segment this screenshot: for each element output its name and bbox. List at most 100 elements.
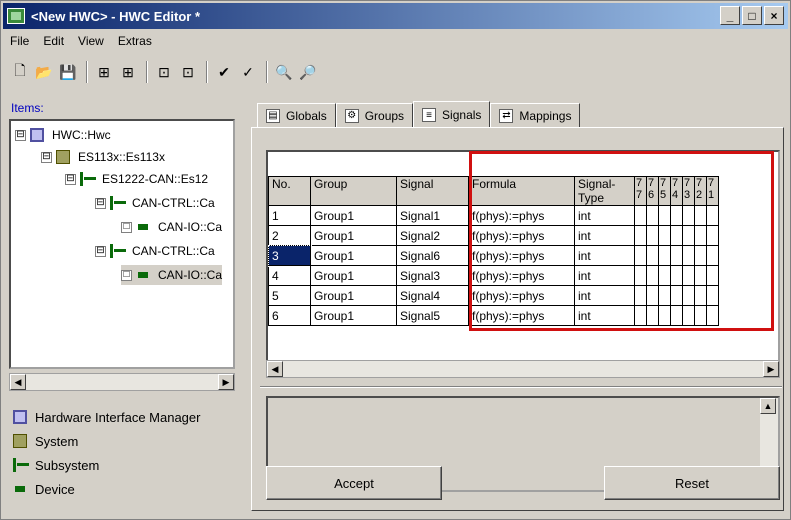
cell-bit[interactable] xyxy=(682,225,695,246)
open-folder-icon[interactable]: 📂 xyxy=(33,61,55,83)
tree-item-es1222[interactable]: ⊟ ES1222-CAN::Es12 xyxy=(65,169,208,189)
cell-bit[interactable] xyxy=(694,305,707,326)
new-file-icon[interactable]: 🗋 xyxy=(9,61,31,83)
cell-bit[interactable] xyxy=(682,285,695,306)
collapse-icon[interactable]: ⊟ xyxy=(65,173,76,185)
cell-bit[interactable] xyxy=(658,265,671,286)
header-bit[interactable]: 76 xyxy=(646,176,659,206)
cell-bit[interactable] xyxy=(646,285,659,306)
check-all-icon[interactable]: ✓ xyxy=(237,61,259,83)
cell-bit[interactable] xyxy=(634,305,647,326)
cell-bit[interactable] xyxy=(682,305,695,326)
cell-bit[interactable] xyxy=(670,265,683,286)
items-tree[interactable]: ⊟ HWC::Hwc ⊟ ES113x::Es113x ⊟ ES1222-CAN… xyxy=(9,119,235,369)
cell-formula[interactable]: f(phys):=phys xyxy=(468,225,575,246)
cell-bit[interactable] xyxy=(658,285,671,306)
cell-signal-type[interactable]: int xyxy=(574,285,635,306)
header-bit[interactable]: 77 xyxy=(634,176,647,206)
menu-extras[interactable]: Extras xyxy=(111,34,159,48)
cell-signal-type[interactable]: int xyxy=(574,265,635,286)
cell-bit[interactable] xyxy=(658,305,671,326)
check-icon[interactable]: ✔ xyxy=(213,61,235,83)
collapse-icon[interactable]: ⊟ xyxy=(95,197,106,209)
cell-signal-type[interactable]: int xyxy=(574,225,635,246)
add-device-icon[interactable]: ⊡ xyxy=(153,61,175,83)
title-bar[interactable]: <New HWC> - HWC Editor * _ □ × xyxy=(3,3,788,29)
cell-bit[interactable] xyxy=(694,225,707,246)
header-bit[interactable]: 73 xyxy=(682,176,695,206)
cell-signal[interactable]: Signal6 xyxy=(396,245,469,266)
cell-signal[interactable]: Signal2 xyxy=(396,225,469,246)
menu-view[interactable]: View xyxy=(71,34,111,48)
cell-bit[interactable] xyxy=(694,265,707,286)
cell-no[interactable]: 1 xyxy=(268,205,311,226)
add-system-icon[interactable]: ⊞ xyxy=(93,61,115,83)
tab-globals[interactable]: ▤ Globals xyxy=(257,103,336,127)
tab-groups[interactable]: ⚙ Groups xyxy=(335,103,414,127)
cell-bit[interactable] xyxy=(694,245,707,266)
cell-no[interactable]: 6 xyxy=(268,305,311,326)
search-icon[interactable]: 🔍 xyxy=(273,61,295,83)
cell-signal[interactable]: Signal4 xyxy=(396,285,469,306)
header-bit[interactable]: 75 xyxy=(658,176,671,206)
tab-signals[interactable]: ≡ Signals xyxy=(413,101,491,128)
table-row[interactable]: 5 Group1 Signal4 f(phys):=phys int xyxy=(268,285,719,306)
cell-bit[interactable] xyxy=(682,265,695,286)
cell-bit[interactable] xyxy=(682,205,695,226)
cell-bit[interactable] xyxy=(646,265,659,286)
tree-item-hwc[interactable]: ⊟ HWC::Hwc xyxy=(15,125,111,145)
cell-bit[interactable] xyxy=(706,225,719,246)
cell-group[interactable]: Group1 xyxy=(310,245,397,266)
reset-button[interactable]: Reset xyxy=(604,466,780,500)
cell-signal-type[interactable]: int xyxy=(574,205,635,226)
cell-bit[interactable] xyxy=(658,225,671,246)
tree-horizontal-scrollbar[interactable]: ◀ ▶ xyxy=(9,373,235,391)
cell-bit[interactable] xyxy=(670,225,683,246)
cell-bit[interactable] xyxy=(634,285,647,306)
tree-item-es113x[interactable]: ⊟ ES113x::Es113x xyxy=(41,147,165,167)
collapse-icon[interactable]: ⊟ xyxy=(15,129,26,141)
scroll-up-icon[interactable]: ▲ xyxy=(760,398,776,414)
maximize-button[interactable]: □ xyxy=(742,6,762,25)
minimize-button[interactable]: _ xyxy=(720,6,740,25)
cell-signal[interactable]: Signal3 xyxy=(396,265,469,286)
cell-no[interactable]: 4 xyxy=(268,265,311,286)
accept-button[interactable]: Accept xyxy=(266,466,442,500)
cell-bit[interactable] xyxy=(634,265,647,286)
cell-bit[interactable] xyxy=(706,205,719,226)
tree-item-can-io[interactable]: □ CAN-IO::Ca xyxy=(121,217,222,237)
add-subsystem-icon[interactable]: ⊞ xyxy=(117,61,139,83)
search-next-icon[interactable]: 🔎 xyxy=(297,61,319,83)
header-bit[interactable]: 74 xyxy=(670,176,683,206)
cell-no[interactable]: 5 xyxy=(268,285,311,306)
cell-group[interactable]: Group1 xyxy=(310,205,397,226)
menu-file[interactable]: File xyxy=(3,34,36,48)
cell-formula[interactable]: f(phys):=phys xyxy=(468,245,575,266)
add-io-icon[interactable]: ⊡ xyxy=(177,61,199,83)
cell-bit[interactable] xyxy=(646,305,659,326)
cell-group[interactable]: Group1 xyxy=(310,225,397,246)
table-row[interactable]: 1 Group1 Signal1 f(phys):=phys int xyxy=(268,205,719,226)
cell-bit[interactable] xyxy=(694,285,707,306)
cell-group[interactable]: Group1 xyxy=(310,265,397,286)
cell-signal[interactable]: Signal1 xyxy=(396,205,469,226)
cell-formula[interactable]: f(phys):=phys xyxy=(468,305,575,326)
cell-formula[interactable]: f(phys):=phys xyxy=(468,265,575,286)
header-formula[interactable]: Formula xyxy=(468,176,575,206)
cell-bit[interactable] xyxy=(706,245,719,266)
cell-bit[interactable] xyxy=(646,205,659,226)
cell-bit[interactable] xyxy=(634,245,647,266)
scroll-right-icon[interactable]: ▶ xyxy=(763,361,779,377)
table-row[interactable]: 2 Group1 Signal2 f(phys):=phys int xyxy=(268,225,719,246)
cell-signal-type[interactable]: int xyxy=(574,305,635,326)
cell-group[interactable]: Group1 xyxy=(310,305,397,326)
table-row[interactable]: 6 Group1 Signal5 f(phys):=phys int xyxy=(268,305,719,326)
cell-bit[interactable] xyxy=(694,205,707,226)
grid-horizontal-scrollbar[interactable]: ◀ ▶ xyxy=(266,360,780,378)
cell-bit[interactable] xyxy=(706,265,719,286)
signals-grid[interactable]: No. Group Signal Formula Signal- Type 77… xyxy=(266,150,780,378)
tree-item-can-ctrl[interactable]: ⊟ CAN-CTRL::Ca xyxy=(95,193,215,213)
cell-signal[interactable]: Signal5 xyxy=(396,305,469,326)
collapse-icon[interactable]: ⊟ xyxy=(41,151,52,163)
cell-no-selected[interactable]: 3 xyxy=(268,244,312,267)
